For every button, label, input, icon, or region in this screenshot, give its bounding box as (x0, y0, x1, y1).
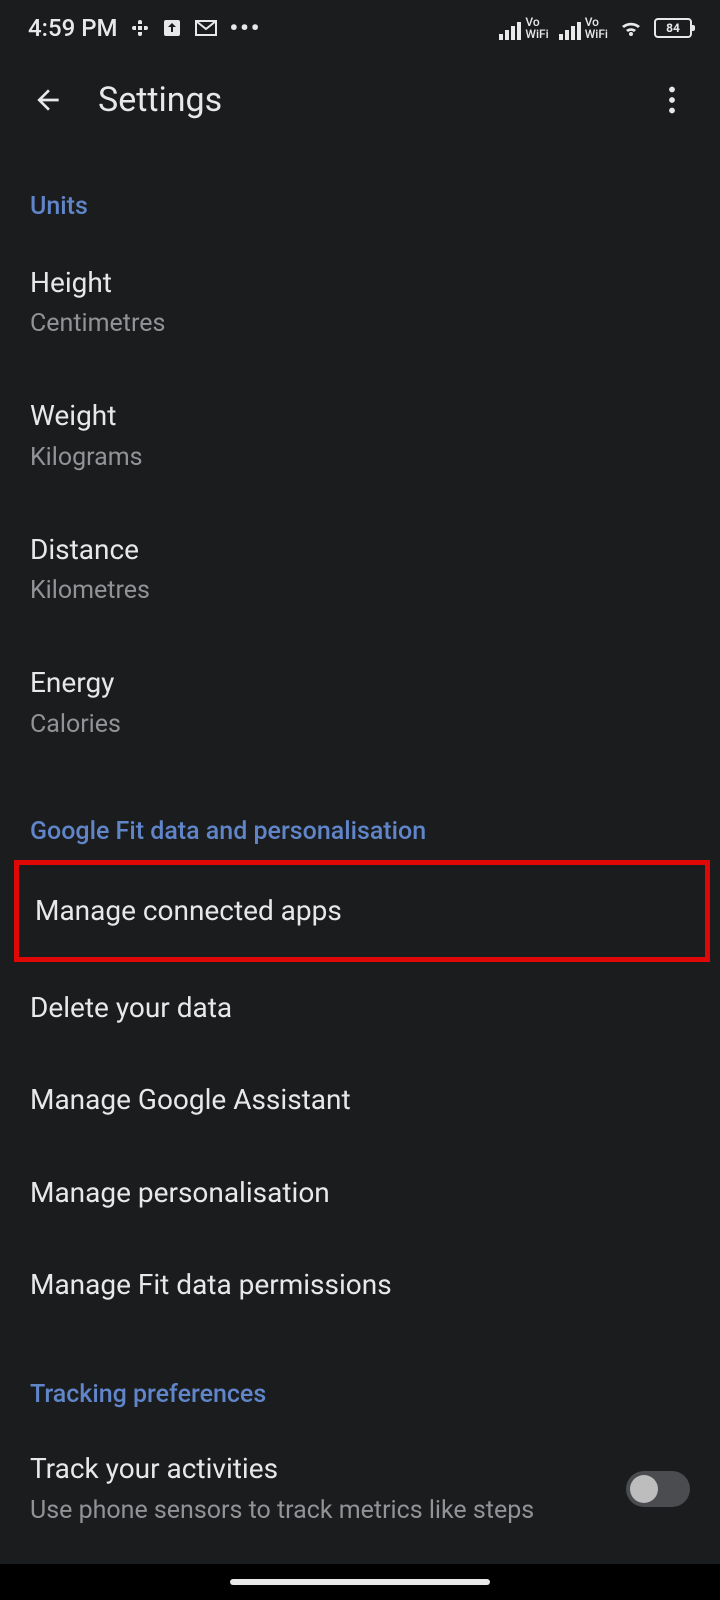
toggle-thumb (630, 1475, 658, 1503)
wifi-icon (618, 18, 644, 38)
setting-title: Distance (30, 532, 690, 568)
signal-1: VoWiFi (499, 16, 548, 40)
status-bar: 4:59 PM ••• VoWiFi (0, 0, 720, 56)
content: Units Height Centimetres Weight Kilogram… (0, 144, 720, 1527)
setting-title: Weight (30, 398, 690, 434)
page-title: Settings (98, 80, 622, 120)
section-header-tracking: Tracking preferences (30, 1332, 690, 1423)
battery-icon: 84 (654, 18, 692, 38)
vowifi-label-1: VoWiFi (525, 16, 548, 40)
setting-manage-fit-data-permissions[interactable]: Manage Fit data permissions (30, 1239, 690, 1331)
setting-energy[interactable]: Energy Calories (30, 635, 690, 768)
setting-title: Manage personalisation (30, 1175, 690, 1211)
vowifi-label-2: VoWiFi (585, 16, 608, 40)
back-button[interactable] (28, 80, 68, 120)
setting-subtitle: Kilograms (30, 443, 690, 472)
setting-subtitle: Centimetres (30, 309, 690, 338)
setting-title: Energy (30, 665, 690, 701)
setting-manage-personalisation[interactable]: Manage personalisation (30, 1147, 690, 1239)
arrow-back-icon (32, 84, 64, 116)
setting-manage-connected-apps[interactable]: Manage connected apps (14, 860, 710, 962)
status-right: VoWiFi VoWiFi 84 (499, 16, 692, 40)
status-time: 4:59 PM (28, 14, 118, 42)
setting-title: Delete your data (30, 990, 690, 1026)
nav-bar (0, 1564, 720, 1600)
setting-title: Track your activities (30, 1451, 626, 1487)
setting-title: Height (30, 265, 690, 301)
setting-title: Manage Google Assistant (30, 1082, 690, 1118)
signal-2: VoWiFi (559, 16, 608, 40)
setting-delete-your-data[interactable]: Delete your data (30, 962, 690, 1054)
section-header-units: Units (30, 144, 690, 235)
slack-icon (130, 18, 150, 38)
app-bar: Settings (0, 56, 720, 144)
setting-subtitle: Calories (30, 710, 690, 739)
section-header-gfit: Google Fit data and personalisation (30, 769, 690, 860)
upload-icon (162, 18, 182, 38)
setting-title: Manage Fit data permissions (30, 1267, 690, 1303)
setting-title: Manage connected apps (35, 893, 685, 929)
setting-weight[interactable]: Weight Kilograms (30, 368, 690, 501)
more-vert-icon (668, 86, 676, 114)
gmail-icon (194, 18, 218, 38)
setting-subtitle: Kilometres (30, 576, 690, 605)
track-activities-toggle[interactable] (626, 1471, 690, 1507)
status-left: 4:59 PM ••• (28, 14, 261, 42)
setting-manage-google-assistant[interactable]: Manage Google Assistant (30, 1054, 690, 1146)
more-notifications-icon: ••• (230, 14, 262, 42)
setting-distance[interactable]: Distance Kilometres (30, 502, 690, 635)
setting-height[interactable]: Height Centimetres (30, 235, 690, 368)
setting-track-activities[interactable]: Track your activities Use phone sensors … (30, 1423, 690, 1528)
setting-subtitle: Use phone sensors to track metrics like … (30, 1495, 626, 1528)
overflow-menu-button[interactable] (652, 80, 692, 120)
nav-pill[interactable] (230, 1579, 490, 1585)
